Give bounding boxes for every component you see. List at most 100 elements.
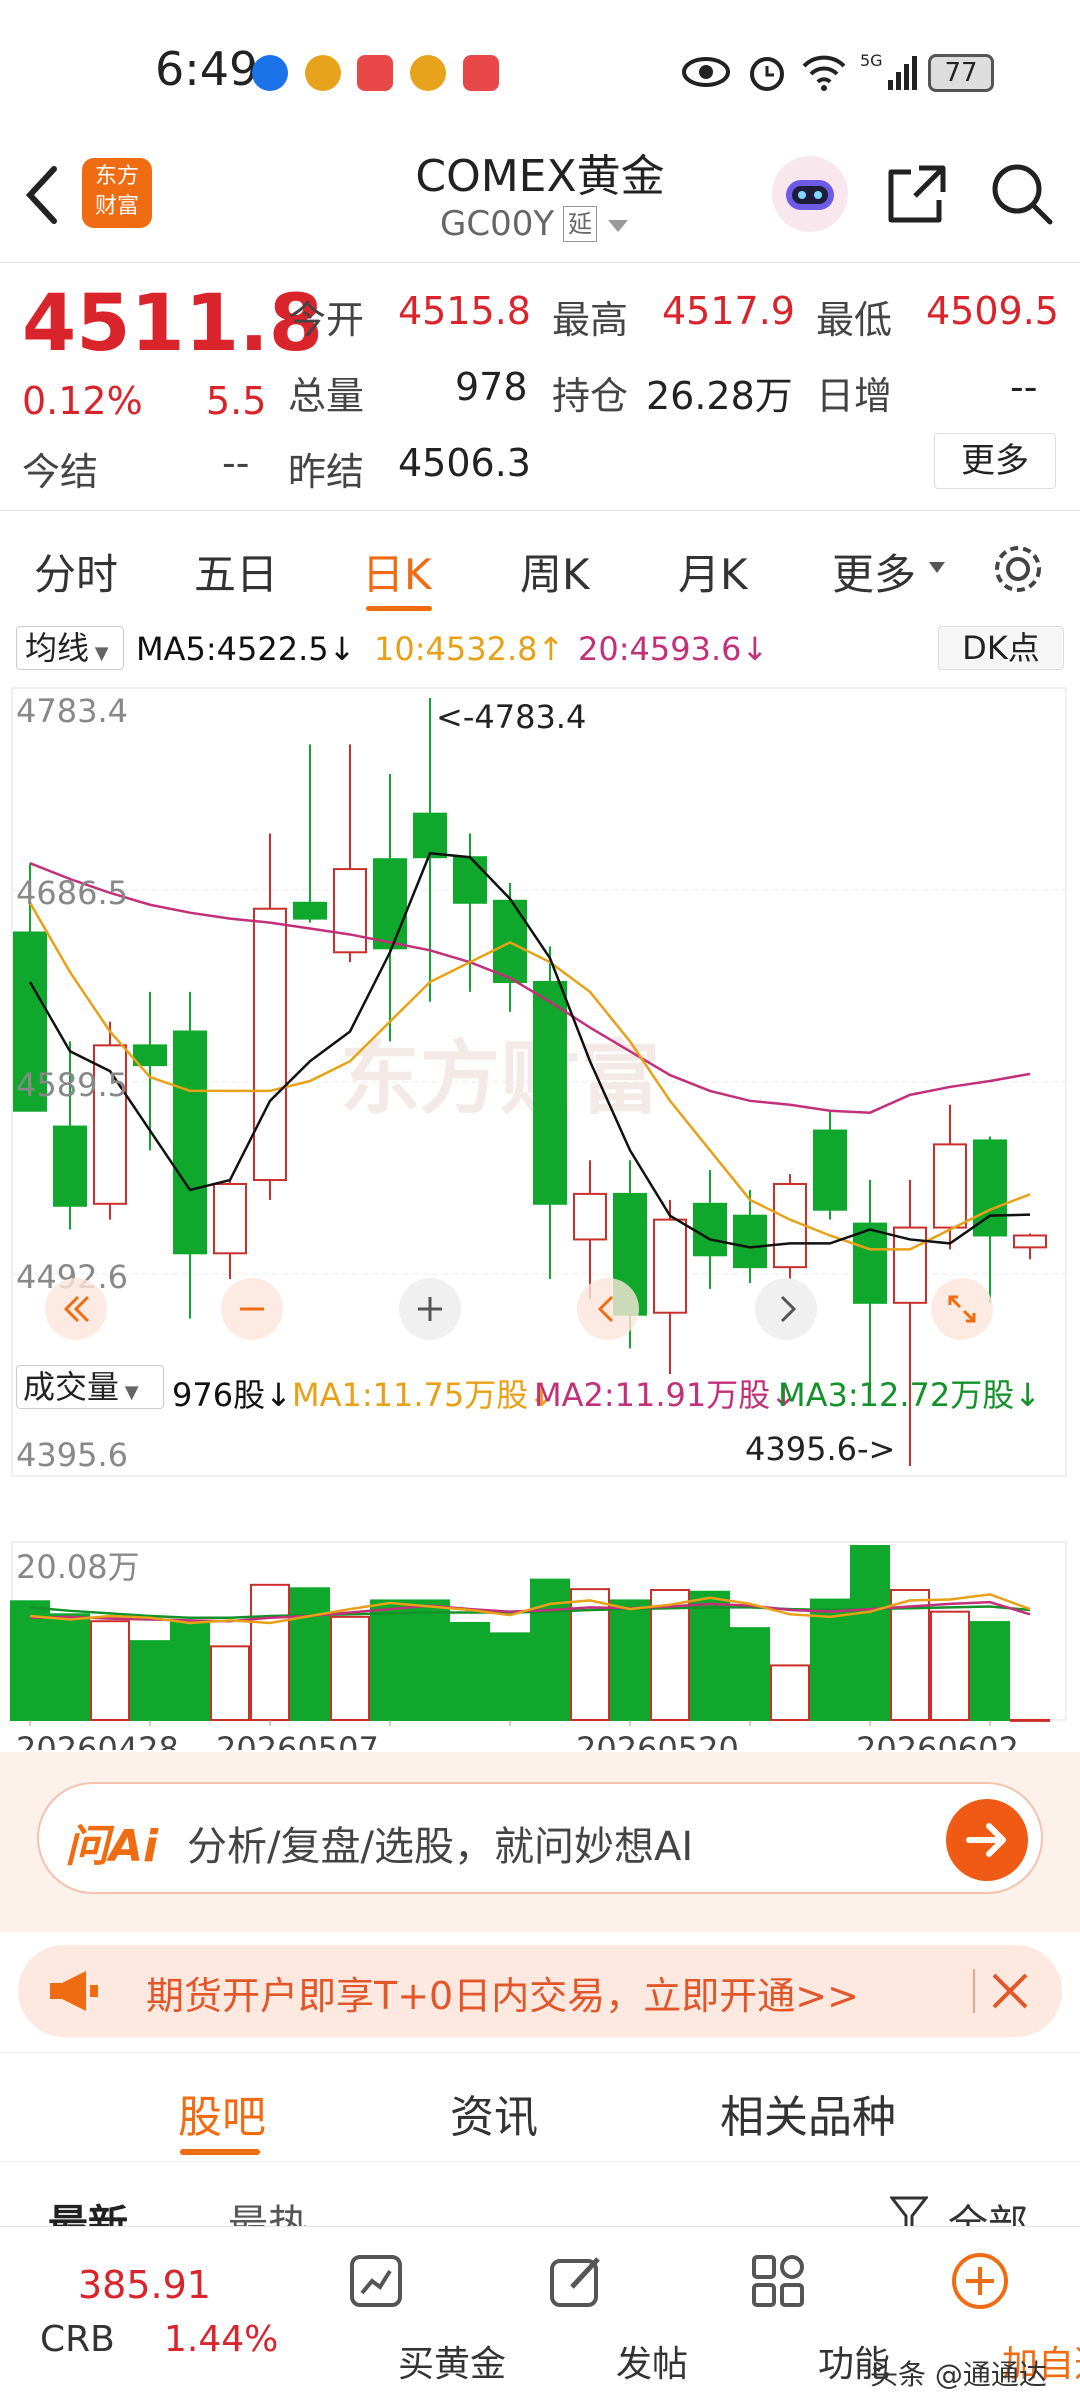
filter-funnel-icon[interactable] [890, 2196, 928, 2226]
eye-icon [682, 57, 730, 87]
ma20-value: 20:4593.6↓ [578, 630, 769, 668]
svg-text:5G: 5G [860, 51, 883, 70]
volume-bar [690, 1590, 730, 1721]
add-circle-icon [952, 2253, 1008, 2309]
share-icon[interactable] [885, 162, 949, 226]
tab-five-day[interactable]: 五日 [194, 541, 278, 602]
crb-value: 385.91 [78, 2263, 211, 2307]
prev-settle-label: 昨结 [288, 450, 365, 494]
filter-latest[interactable]: 最新 [48, 2192, 128, 2226]
open-interest-value: 26.28万 [646, 374, 793, 418]
tab-daily-k[interactable]: 日K [362, 541, 432, 602]
logo-line-1: 东方 [94, 164, 139, 189]
ai-robot-icon[interactable] [770, 154, 850, 234]
tab-monthly-k[interactable]: 月K [678, 541, 748, 602]
volume-bar [530, 1578, 570, 1721]
tab-related[interactable]: 相关品种 [720, 2081, 896, 2145]
candle-down [293, 901, 327, 920]
tab-more-arrow-icon [929, 562, 945, 573]
candle-down [453, 856, 487, 904]
page-title: COMEX黄金 [415, 151, 665, 202]
y-tick-label: 4395.6 [16, 1436, 128, 1474]
book-notification-icon-2 [463, 55, 499, 91]
content-tabs: 股吧 资讯 相关品种 [0, 2052, 1080, 2162]
volume-current: 976股↓ [172, 1376, 292, 1414]
status-time: 6:49 [155, 42, 259, 96]
signal-icon: 5G [860, 51, 917, 90]
candle-down [693, 1202, 727, 1257]
kline-chart-area: 均线 ▼ MA5:4522.5↓ 10:4532.8↑ 20:4593.6↓ D… [0, 620, 1080, 1750]
open-label: 今开 [288, 298, 365, 342]
candle-down [813, 1129, 847, 1211]
zoom-out-icon[interactable] [220, 1277, 284, 1341]
close-icon[interactable] [986, 1967, 1034, 2015]
kline-chart[interactable]: 东方财富4783.44686.54589.54492.64395.6<-4783… [0, 676, 1080, 1750]
ai-brand: 问Ai [65, 1821, 159, 1872]
back-icon[interactable] [22, 165, 62, 225]
bottom-nav: 385.91 CRB 1.44% 买黄金 发帖 功能 加自选 头条 @通通达 [0, 2226, 1080, 2400]
filter-hot[interactable]: 最热 [228, 2192, 308, 2226]
volume-bar [330, 1615, 370, 1721]
alarm-icon [750, 57, 784, 91]
candle-down [733, 1214, 767, 1269]
settings-gear-icon[interactable] [990, 541, 1046, 597]
high-annotation: <-4783.4 [436, 698, 586, 736]
symbol-code: GC00Y [440, 204, 555, 244]
search-icon[interactable] [990, 162, 1054, 226]
x-axis-label: 20260520 [576, 1730, 739, 1750]
y-tick-label: 4783.4 [16, 692, 128, 730]
dropdown-icon[interactable] [606, 218, 630, 234]
tab-intraday[interactable]: 分时 [34, 541, 118, 602]
crb-label: CRB [40, 2319, 115, 2360]
volume-bar [210, 1645, 250, 1721]
volume-bar [930, 1610, 970, 1722]
indicator-select[interactable]: 均线 ▼ [16, 626, 124, 670]
tab-weekly-k[interactable]: 周K [520, 541, 590, 602]
source-watermark: 头条 @通通达 [870, 2358, 1047, 2391]
tab-news[interactable]: 资讯 [450, 2081, 538, 2145]
volume-bar [730, 1627, 770, 1721]
filter-all[interactable]: 全部 [948, 2192, 1028, 2226]
volume-bar [170, 1620, 210, 1722]
volume-ma3: MA3:12.72万股↓ [778, 1376, 1042, 1414]
promo-banner[interactable]: 期货开户即享T+0日内交易，立即开通>> [18, 1945, 1062, 2037]
candle-down [133, 1044, 167, 1067]
candle-down [173, 1030, 207, 1255]
open-interest-label: 持仓 [552, 374, 629, 418]
high-label: 最高 [552, 298, 629, 342]
tab-stock-forum[interactable]: 股吧 [178, 2081, 266, 2145]
low-label: 最低 [816, 298, 893, 342]
more-button[interactable]: 更多 [934, 433, 1056, 489]
scroll-right-icon[interactable] [754, 1277, 818, 1341]
scroll-far-left-icon[interactable] [44, 1277, 108, 1341]
ai-search-box[interactable]: 问Ai 分析/复盘/选股，就问妙想AI [37, 1782, 1043, 1894]
buy-gold-button[interactable]: 买黄金 [300, 2227, 506, 2401]
change-value: 5.5 [206, 379, 267, 423]
zoom-in-icon[interactable] [398, 1277, 462, 1341]
fullscreen-icon[interactable] [930, 1277, 994, 1341]
functions-button[interactable]: 功能 [702, 2227, 890, 2401]
book-notification-icon [357, 55, 393, 91]
candle-up [573, 1192, 607, 1241]
low-annotation: 4395.6-> [745, 1430, 895, 1468]
ai-submit-arrow-icon[interactable] [945, 1798, 1029, 1882]
logo-line-2: 财富 [94, 194, 139, 219]
candle-down [413, 812, 447, 859]
app-logo: 东方 财富 [82, 158, 152, 228]
daily-increase-label: 日增 [816, 374, 893, 418]
candle-down [973, 1139, 1007, 1237]
x-axis-label: 20260507 [216, 1730, 379, 1750]
volume-indicator-select[interactable]: 成交量 ▼ [16, 1365, 164, 1409]
ai-placeholder: 分析/复盘/选股，就问妙想AI [187, 1824, 694, 1870]
battery-icon: 77 [928, 54, 994, 92]
tab-more[interactable]: 更多 [832, 541, 916, 602]
y-tick-label: 4589.5 [16, 1066, 128, 1104]
scroll-left-icon[interactable] [576, 1277, 640, 1341]
dk-point-button[interactable]: DK点 [938, 626, 1064, 670]
ma10-value: 10:4532.8↑ [374, 630, 565, 668]
app-notification-icon [252, 55, 288, 91]
high-value: 4517.9 [662, 289, 795, 333]
post-button[interactable]: 发帖 [500, 2227, 688, 2401]
crb-index[interactable]: 385.91 CRB 1.44% [0, 2227, 290, 2401]
volume-bar [50, 1613, 90, 1722]
